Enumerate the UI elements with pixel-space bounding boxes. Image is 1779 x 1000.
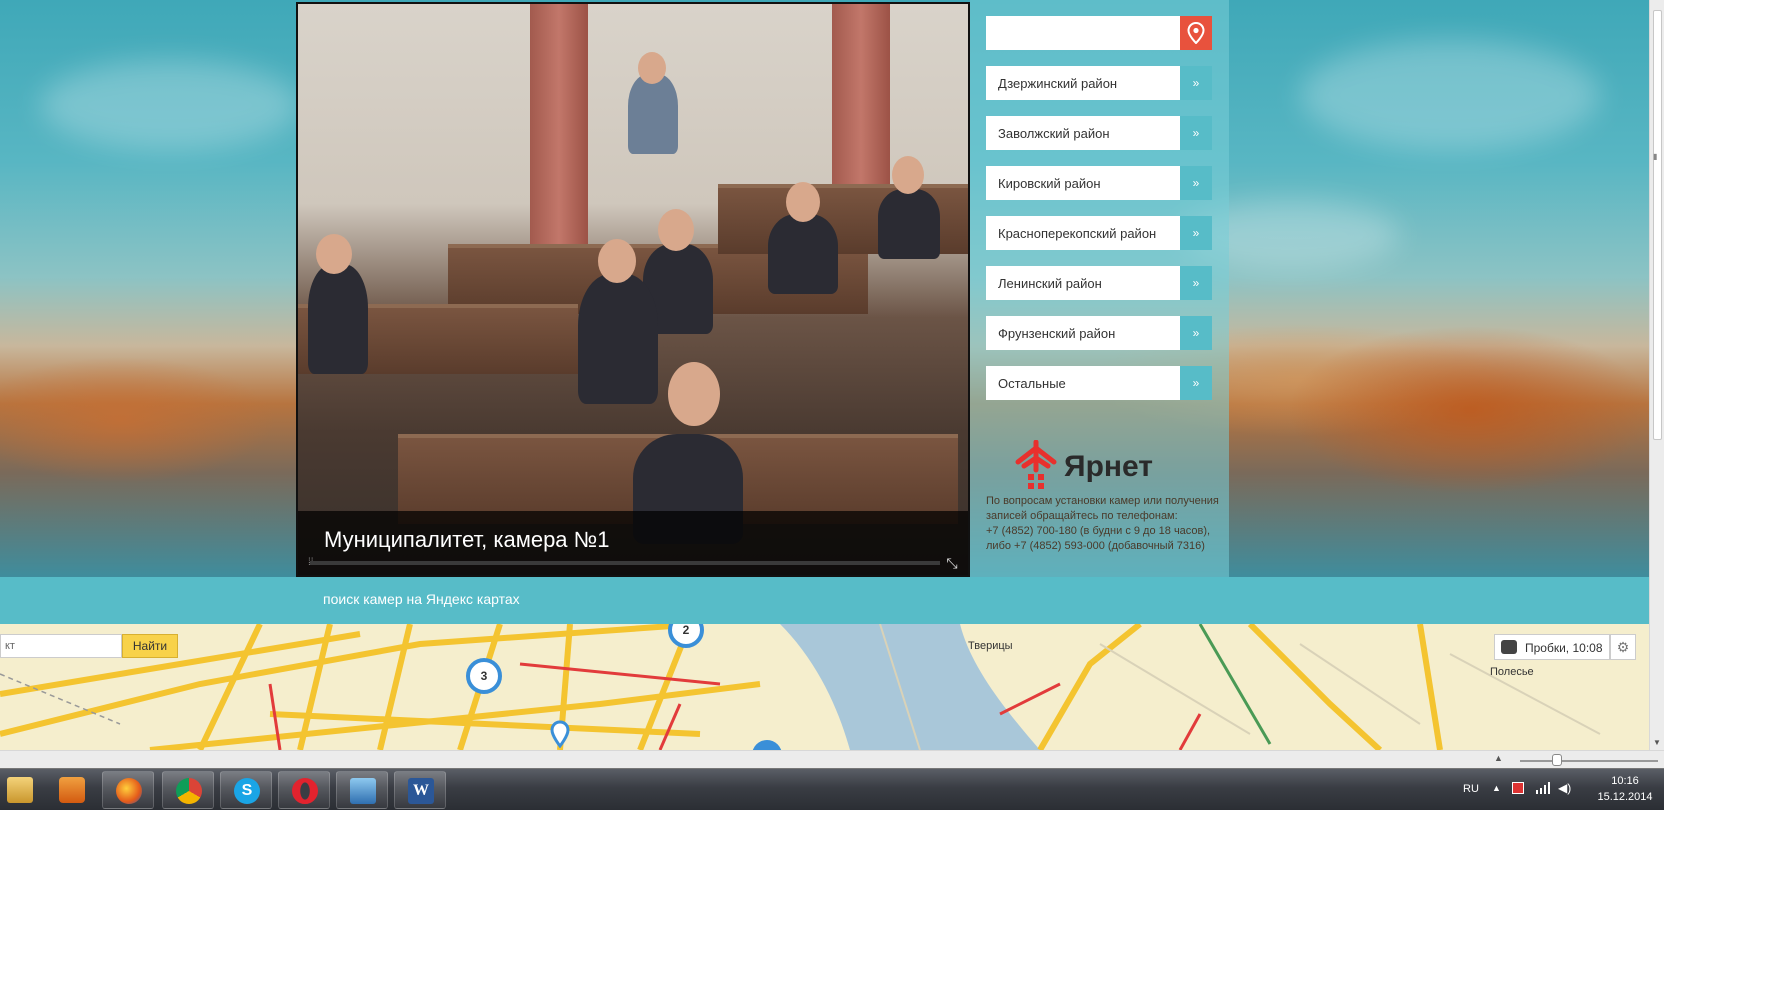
district-label: Дзержинский район: [998, 76, 1118, 91]
chevron-down-icon[interactable]: »: [1180, 316, 1212, 350]
video-progress-bar[interactable]: [310, 561, 940, 565]
media-player-button[interactable]: [46, 771, 98, 809]
district-others[interactable]: Остальные »: [986, 366, 1212, 400]
district-dzerzhinsky[interactable]: Дзержинский район »: [986, 66, 1212, 100]
contact-line: По вопросам установки камер или получени…: [986, 495, 1219, 507]
language-indicator[interactable]: RU: [1463, 783, 1479, 795]
chevron-down-icon[interactable]: »: [1180, 66, 1212, 100]
show-hidden-icons-icon[interactable]: ▲: [1492, 783, 1501, 793]
status-bar: ▲: [0, 750, 1664, 768]
media-player-icon: [59, 777, 85, 803]
contact-line: либо +7 (4852) 593-000 (добавочный 7316): [986, 540, 1205, 552]
word-button[interactable]: W: [394, 771, 446, 809]
map-label-tveritsy: Тверицы: [968, 640, 1013, 652]
firefox-button[interactable]: [102, 771, 154, 809]
contact-line: +7 (4852) 700-180 (в будни с 9 до 18 час…: [986, 525, 1211, 537]
district-label: Фрунзенский район: [998, 326, 1116, 341]
map-section-header: поиск камер на Яндекс картах: [0, 577, 1649, 632]
action-center-flag-icon[interactable]: [1512, 782, 1524, 794]
district-leninsky[interactable]: Ленинский район »: [986, 266, 1212, 300]
photo-viewer-icon: [350, 778, 376, 804]
district-label: Ленинский район: [998, 276, 1102, 291]
camera-marker-icon[interactable]: [550, 720, 570, 748]
video-caption-bar: Муниципалитет, камера №1 ⁞⁞ ⤡: [298, 511, 968, 575]
map-roads: [0, 624, 1601, 750]
contact-info: По вопросам установки камер или получени…: [986, 494, 1222, 554]
district-label: Остальные: [998, 376, 1066, 391]
scroll-down-arrow-icon[interactable]: ▼: [1653, 738, 1662, 748]
photo-viewer-button[interactable]: [336, 771, 388, 809]
fullscreen-icon[interactable]: ⤡: [944, 555, 960, 571]
clock-time[interactable]: 10:16: [1600, 775, 1650, 787]
chevron-down-icon[interactable]: »: [1180, 266, 1212, 300]
chevron-down-icon[interactable]: »: [1180, 216, 1212, 250]
district-frunzensky[interactable]: Фрунзенский район »: [986, 316, 1212, 350]
traffic-label: Пробки, 10:08: [1525, 641, 1603, 655]
district-label: Кировский район: [998, 176, 1101, 191]
district-sidebar: Дзержинский район » Заволжский район » К…: [970, 0, 1229, 577]
district-krasnoperekopsky[interactable]: Красноперекопский район »: [986, 216, 1212, 250]
clock-date[interactable]: 15.12.2014: [1586, 791, 1664, 803]
firefox-icon: [116, 778, 142, 804]
gear-icon[interactable]: ⚙: [1610, 634, 1636, 660]
map-pin-icon: [1187, 22, 1205, 44]
windows-taskbar: S W RU ▲ ◀) 10:16 15.12.2014: [0, 768, 1664, 810]
camera-cluster[interactable]: 3: [466, 658, 502, 694]
camera-frame: [298, 4, 968, 575]
explorer-button[interactable]: [0, 771, 46, 809]
map-find-button[interactable]: Найти: [122, 634, 178, 658]
district-label: Заволжский район: [998, 126, 1110, 141]
yandex-map-link[interactable]: поиск камер на Яндекс картах: [323, 591, 520, 607]
opera-icon: [292, 778, 318, 804]
network-icon[interactable]: [1536, 782, 1550, 794]
chevron-up-icon[interactable]: ▲: [1494, 753, 1503, 763]
district-zavolzhsky[interactable]: Заволжский район »: [986, 116, 1212, 150]
word-icon: W: [408, 778, 434, 804]
district-kirovsky[interactable]: Кировский район »: [986, 166, 1212, 200]
skype-button[interactable]: S: [220, 771, 272, 809]
chrome-button[interactable]: [162, 771, 214, 809]
traffic-light-icon: [1501, 640, 1517, 654]
logo-text: Ярнет: [1064, 450, 1153, 483]
camera-video-player[interactable]: Муниципалитет, камера №1 ⁞⁞ ⤡: [296, 2, 970, 577]
chrome-icon: [176, 778, 202, 804]
zoom-slider[interactable]: [1520, 760, 1658, 762]
camera-title: Муниципалитет, камера №1: [324, 527, 610, 552]
chevron-down-icon[interactable]: »: [1180, 116, 1212, 150]
address-search: [986, 16, 1212, 50]
skype-icon: S: [234, 778, 260, 804]
vertical-scrollbar-thumb[interactable]: [1653, 10, 1662, 440]
scroll-grip-icon: ▮: [1653, 152, 1658, 161]
house-logo-icon: [1015, 440, 1057, 489]
address-search-input[interactable]: [986, 16, 1180, 50]
volume-icon[interactable]: ◀): [1558, 781, 1571, 795]
explorer-icon: [7, 777, 33, 803]
browser-page: Муниципалитет, камера №1 ⁞⁞ ⤡ Дзержински…: [0, 0, 1649, 750]
locate-button[interactable]: [1180, 16, 1212, 50]
chevron-down-icon[interactable]: »: [1180, 166, 1212, 200]
map-label-polesye: Полесье: [1490, 666, 1534, 678]
map-search-input[interactable]: [0, 634, 122, 658]
yarnet-logo[interactable]: Ярнет: [1012, 440, 1212, 492]
yandex-map[interactable]: Найти 3 2 Тверицы Полесье Пробки, 10:08 …: [0, 624, 1649, 750]
opera-button[interactable]: [278, 771, 330, 809]
screen: Муниципалитет, камера №1 ⁞⁞ ⤡ Дзержински…: [0, 0, 1779, 1000]
vertical-scrollbar[interactable]: ▮ ▼: [1649, 0, 1664, 750]
zoom-slider-thumb[interactable]: [1552, 754, 1562, 766]
traffic-toggle[interactable]: Пробки, 10:08: [1494, 634, 1610, 660]
contact-line: записей обращайтесь по телефонам:: [986, 510, 1178, 522]
chevron-down-icon[interactable]: »: [1180, 366, 1212, 400]
district-label: Красноперекопский район: [998, 226, 1157, 241]
